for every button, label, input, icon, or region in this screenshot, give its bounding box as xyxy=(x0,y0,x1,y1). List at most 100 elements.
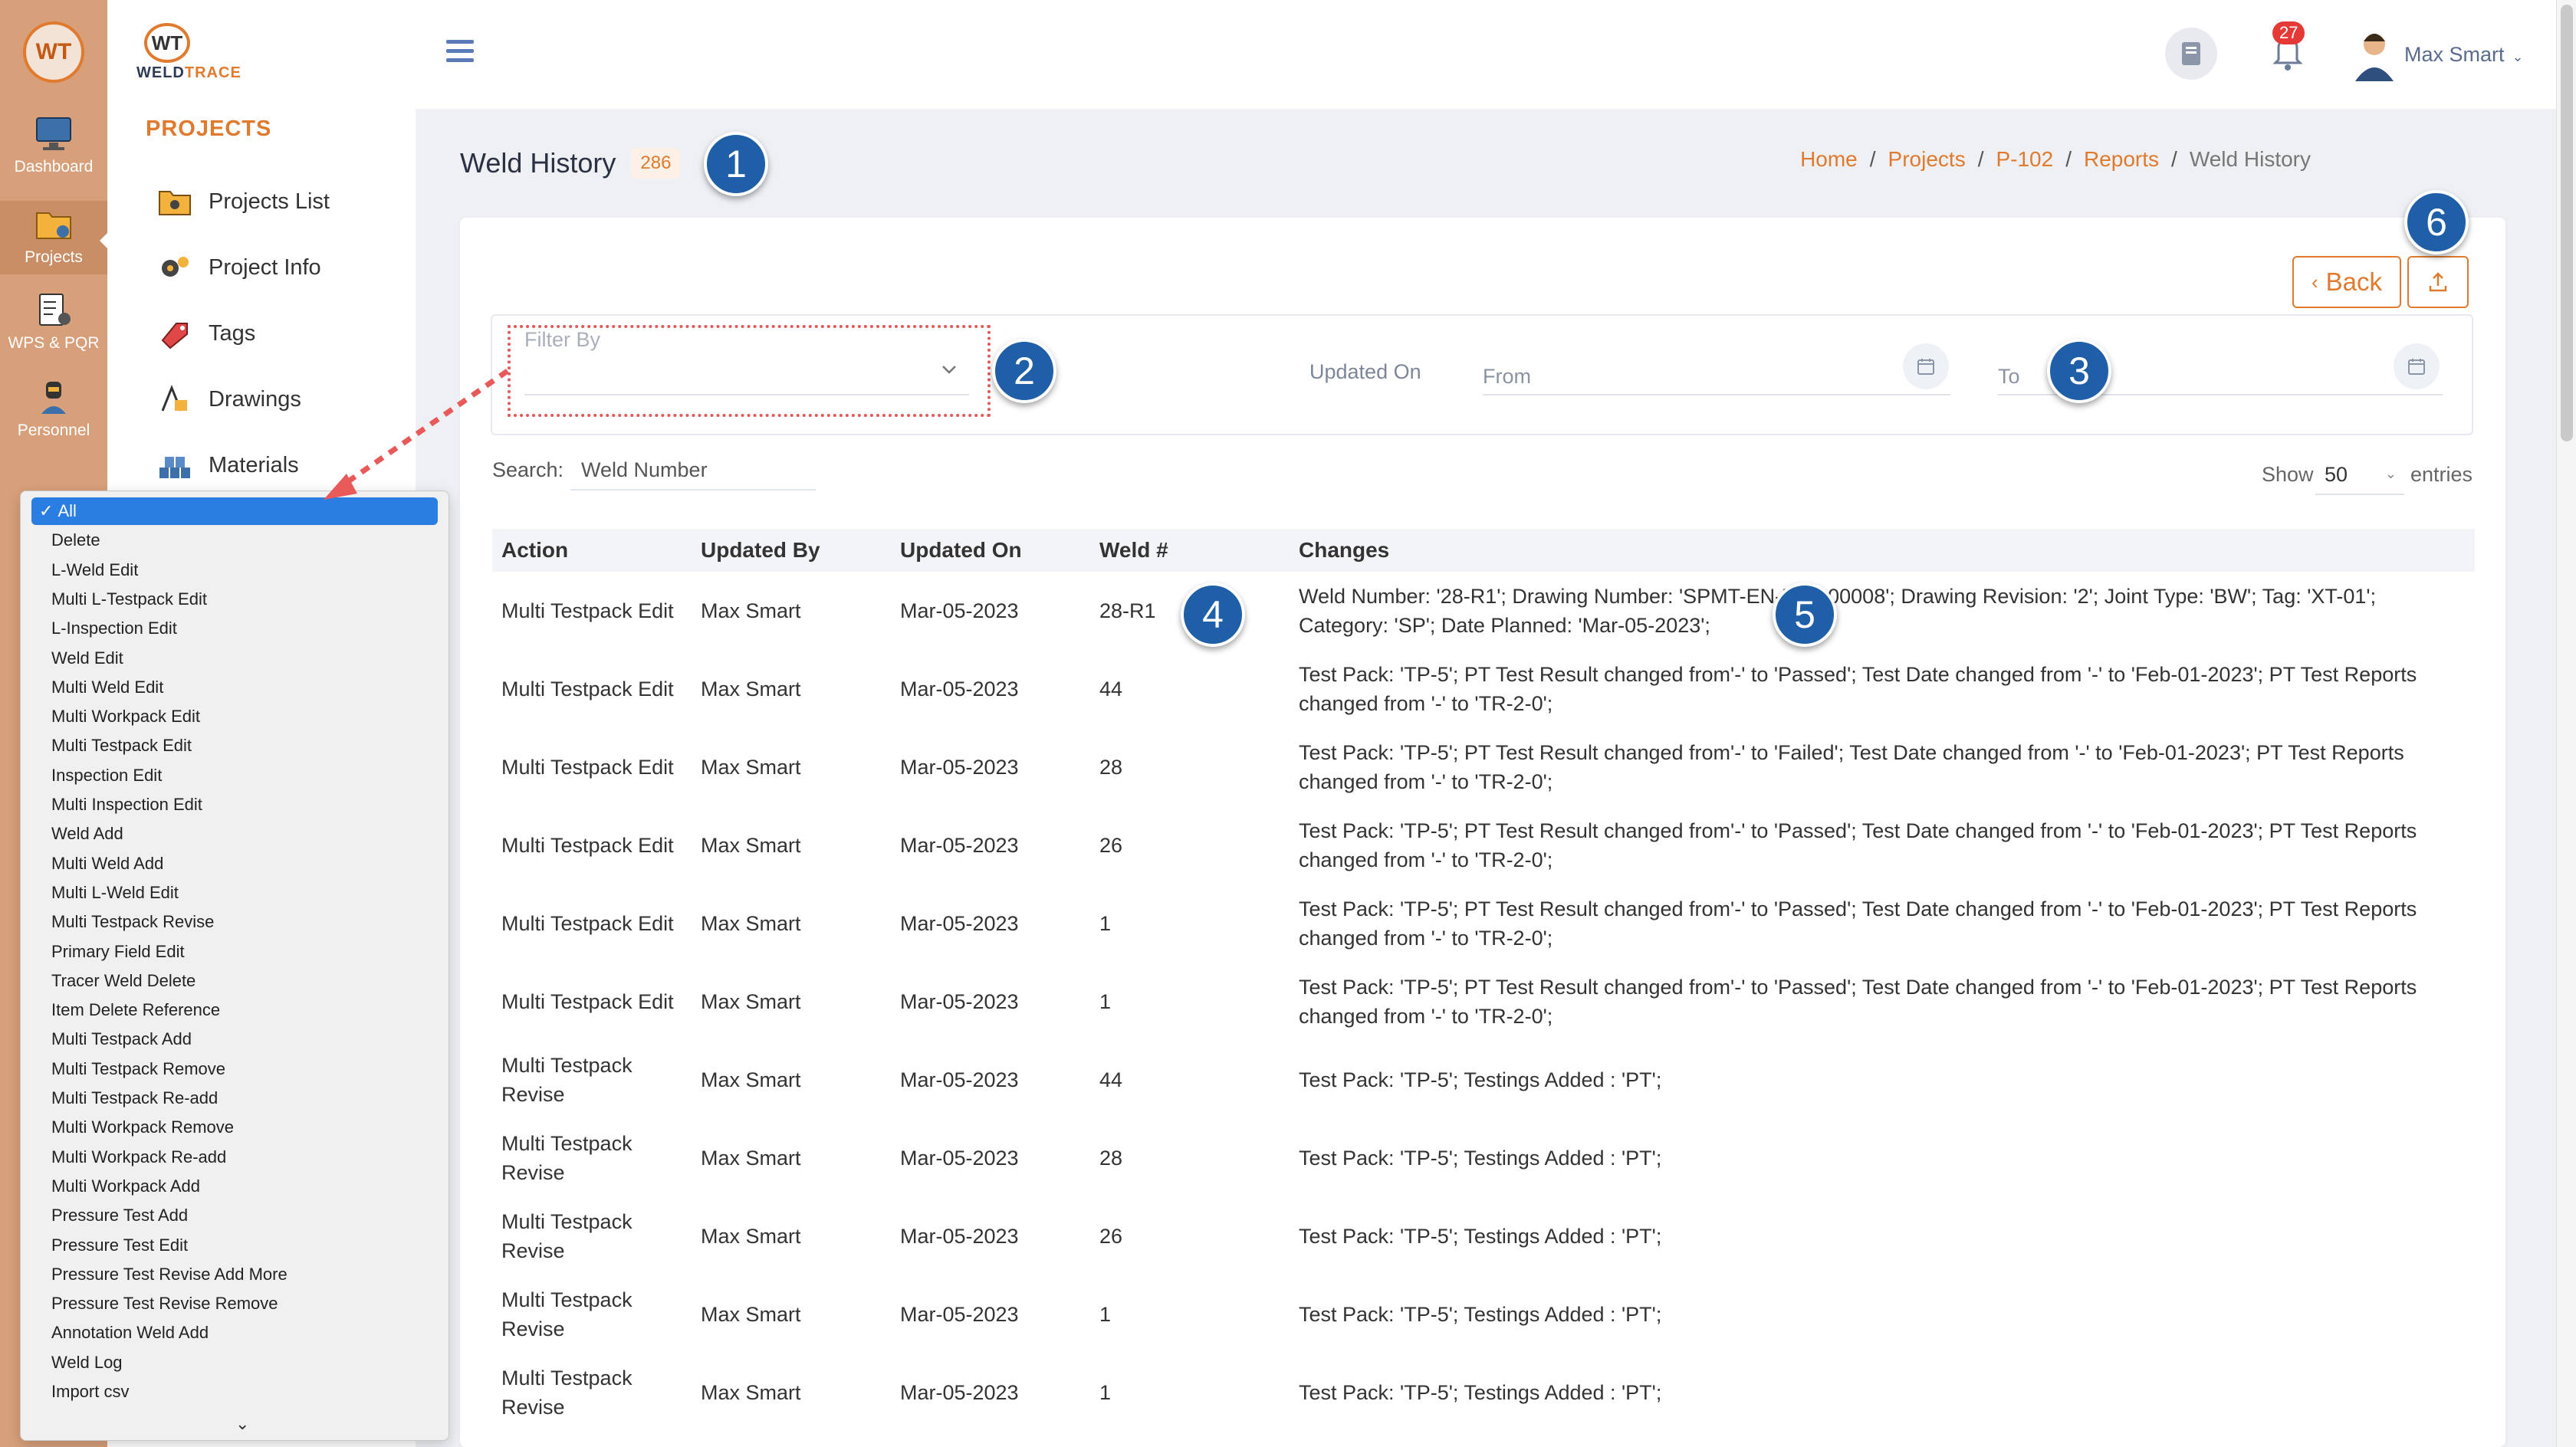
avatar[interactable] xyxy=(2349,28,2400,81)
breadcrumb-home[interactable]: Home xyxy=(1800,147,1858,172)
cell-updated-by: Max Smart xyxy=(701,1303,801,1326)
dropdown-option-label: Multi Weld Edit xyxy=(51,677,164,697)
entries-select[interactable]: 50 ⌄ xyxy=(2315,457,2404,495)
cell-updated-by: Max Smart xyxy=(701,912,801,935)
dropdown-option[interactable]: Multi L-Testpack Edit xyxy=(31,586,438,613)
book-button[interactable] xyxy=(2165,28,2217,80)
search-input[interactable] xyxy=(570,451,816,491)
breadcrumb-project[interactable]: P-102 xyxy=(1996,147,2053,172)
folder-gear-icon xyxy=(36,212,71,239)
chevron-down-icon[interactable]: ⌄ xyxy=(235,1414,249,1434)
dropdown-option[interactable]: Pressure Test Revise Add More xyxy=(31,1261,438,1288)
sidebar-item-label: Projects List xyxy=(209,189,330,214)
filter-by-label: Filter By xyxy=(524,328,601,351)
dropdown-option[interactable]: Tracer Weld Delete xyxy=(31,967,438,995)
dropdown-option[interactable]: Multi Testpack Remove xyxy=(31,1055,438,1083)
user-menu[interactable]: Max Smart ⌄ xyxy=(2404,43,2524,67)
weldtrace-logo[interactable]: WT xyxy=(23,21,84,83)
table-row: Multi Testpack Revise Max Smart Mar-05-202… xyxy=(492,1197,2475,1275)
sidebar-item-drawings[interactable]: Drawings xyxy=(156,383,301,415)
dropdown-option-label: Multi Testpack Re-add xyxy=(51,1088,219,1107)
dropdown-option[interactable]: Multi Weld Edit xyxy=(31,674,438,701)
dropdown-option-label: Item Delete Reference xyxy=(51,1000,221,1020)
brand[interactable]: WT WELDTRACE xyxy=(136,23,242,82)
sidebar-item-materials[interactable]: Materials xyxy=(156,449,299,481)
dropdown-option[interactable]: Multi Testpack Add xyxy=(31,1025,438,1053)
col-action[interactable]: Action xyxy=(492,529,692,572)
search-label: Search: xyxy=(492,458,564,481)
col-weld-number[interactable]: Weld # xyxy=(1090,529,1290,572)
rail-item-dashboard[interactable]: Dashboard xyxy=(0,115,107,184)
dropdown-option-label: Multi Weld Add xyxy=(51,853,164,873)
export-button[interactable] xyxy=(2407,256,2469,308)
checkmark-icon: ✓ xyxy=(39,501,54,520)
dropdown-option[interactable]: Multi L-Weld Edit xyxy=(31,879,438,907)
callout-2: 2 xyxy=(992,339,1056,403)
dropdown-option[interactable]: Multi Weld Add xyxy=(31,850,438,878)
calendar-icon[interactable] xyxy=(1903,343,1949,389)
dropdown-option-label: Delete xyxy=(51,530,100,550)
rail-item-personnel[interactable]: Personnel xyxy=(0,379,107,448)
dropdown-option[interactable]: Weld Log xyxy=(31,1349,438,1376)
cell-weld-number: 44 xyxy=(1099,678,1123,701)
page-scrollbar[interactable] xyxy=(2556,0,2576,1447)
chevron-down-icon: ⌄ xyxy=(2384,466,2397,481)
dropdown-option[interactable]: Delete xyxy=(31,527,438,554)
dropdown-option[interactable]: Weld Add xyxy=(31,820,438,848)
cell-action: Multi Testpack Revise xyxy=(501,1054,632,1106)
dropdown-option[interactable]: Multi Workpack Remove xyxy=(31,1114,438,1141)
record-count-badge: 286 xyxy=(631,148,681,179)
dropdown-option[interactable]: Weld Edit xyxy=(31,645,438,672)
dropdown-option[interactable]: Multi Workpack Re-add xyxy=(31,1143,438,1171)
col-updated-by[interactable]: Updated By xyxy=(692,529,891,572)
cell-updated-on: Mar-05-2023 xyxy=(900,756,1019,779)
dropdown-option[interactable]: Multi Inspection Edit xyxy=(31,791,438,819)
to-date-input[interactable]: To xyxy=(1998,365,2020,389)
col-updated-on[interactable]: Updated On xyxy=(891,529,1090,572)
dropdown-option[interactable]: L-Weld Edit xyxy=(31,556,438,584)
dropdown-option[interactable]: Multi Workpack Edit xyxy=(31,703,438,730)
dropdown-option[interactable]: Item Delete Reference xyxy=(31,996,438,1024)
dropdown-option[interactable]: Multi Testpack Re-add xyxy=(31,1084,438,1112)
cell-weld-number: 26 xyxy=(1099,1225,1123,1248)
scrollbar-thumb[interactable] xyxy=(2561,5,2573,441)
sidebar-item-projects-list[interactable]: Projects List xyxy=(156,185,330,218)
dropdown-option[interactable]: ✓ All xyxy=(31,497,438,525)
dropdown-option[interactable]: Multi Testpack Revise xyxy=(31,908,438,936)
dropdown-option[interactable]: Inspection Edit xyxy=(31,762,438,789)
monitor-icon xyxy=(36,117,71,150)
rail-item-projects[interactable]: Projects xyxy=(0,201,109,274)
dropdown-option[interactable]: L-Inspection Edit xyxy=(31,615,438,642)
cell-weld-number: 26 xyxy=(1099,834,1123,857)
breadcrumb-reports[interactable]: Reports xyxy=(2084,147,2159,172)
cell-updated-on: Mar-05-2023 xyxy=(900,834,1019,857)
from-date-input[interactable]: From xyxy=(1483,365,1531,389)
rail-item-wps[interactable]: WPS & PQR xyxy=(0,291,107,360)
calendar-icon[interactable] xyxy=(2394,343,2440,389)
dropdown-option[interactable]: Pressure Test Revise Remove xyxy=(31,1290,438,1317)
menu-icon[interactable] xyxy=(446,40,474,64)
dropdown-option-label: Multi Workpack Remove xyxy=(51,1117,234,1137)
sidebar-item-label: Tags xyxy=(209,320,256,346)
sidebar-item-tags[interactable]: Tags xyxy=(156,317,255,349)
cell-changes: Test Pack: 'TP-5'; Testings Added : 'PT'… xyxy=(1299,1381,1662,1404)
table-row: Multi Testpack Edit Max Smart Mar-05-2023 1… xyxy=(492,884,2475,963)
dropdown-option[interactable]: Pressure Test Add xyxy=(31,1202,438,1229)
filter-dropdown-list[interactable]: ✓ All Delete L-Weld Edit Multi L-Testpack Ed… xyxy=(20,491,449,1441)
chevron-down-icon[interactable] xyxy=(938,360,960,377)
dropdown-option-label: Import csv xyxy=(51,1382,130,1401)
chevron-down-icon: ⌄ xyxy=(2512,49,2524,64)
dropdown-option[interactable]: Annotation Weld Add xyxy=(31,1319,438,1347)
sidebar-item-project-info[interactable]: Project Info xyxy=(156,251,321,284)
dropdown-option[interactable]: Multi Testpack Edit xyxy=(31,732,438,760)
col-changes[interactable]: Changes xyxy=(1290,529,2475,572)
sidebar-item-label: Project Info xyxy=(209,254,321,280)
breadcrumb-projects[interactable]: Projects xyxy=(1888,147,1966,172)
dropdown-option[interactable]: Pressure Test Edit xyxy=(31,1232,438,1259)
dropdown-option[interactable]: Multi Workpack Add xyxy=(31,1173,438,1200)
dropdown-option[interactable]: Primary Field Edit xyxy=(31,938,438,966)
table-row: Multi Testpack Revise Max Smart Mar-05-202… xyxy=(492,1041,2475,1119)
cell-changes: Test Pack: 'TP-5'; Testings Added : 'PT'… xyxy=(1299,1225,1662,1248)
back-button[interactable]: ‹ Back xyxy=(2292,256,2401,308)
dropdown-option[interactable]: Import csv xyxy=(31,1378,438,1406)
